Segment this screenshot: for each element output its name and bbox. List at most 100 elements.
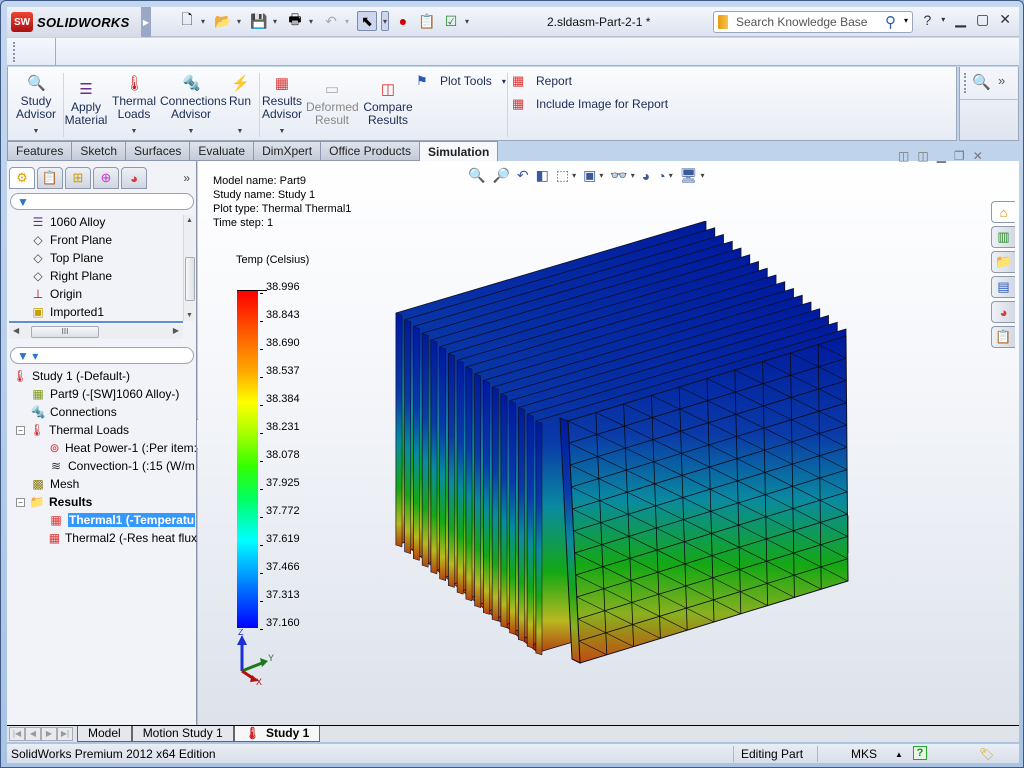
next-tab-icon[interactable]: ▶ <box>41 727 57 741</box>
appearances-icon[interactable]: ◕ <box>991 301 1015 323</box>
help-icon[interactable]: ? <box>923 12 931 28</box>
simulation-tree-item[interactable]: ▩ Mesh <box>7 475 197 493</box>
select-pointer-icon[interactable]: ⬉ <box>357 11 377 31</box>
close-icon[interactable]: ✕ <box>999 11 1011 28</box>
save-icon[interactable]: 💾 <box>249 11 269 31</box>
maximize-icon[interactable]: ▢ <box>976 11 989 28</box>
simulation-tree-filter-input[interactable]: ▼ ▾ <box>10 347 194 364</box>
feature-tree-item[interactable]: ⊥ Origin <box>7 285 183 303</box>
undo-icon[interactable]: ↶ <box>321 11 341 31</box>
view-orientation-dropdown-icon[interactable]: ▾ <box>572 171 576 180</box>
simulation-tree-item[interactable]: − 📁 Results <box>7 493 197 511</box>
collapse-toggle-icon[interactable]: − <box>16 497 25 507</box>
new-dropdown-icon[interactable]: ▾ <box>201 17 209 26</box>
first-tab-icon[interactable]: |◀ <box>9 727 25 741</box>
tile-left-icon[interactable]: ◫ <box>898 149 909 163</box>
tag-icon[interactable]: 🏷 <box>979 747 994 761</box>
dropdown-arrow-icon[interactable]: ▼ <box>226 125 254 138</box>
help-dropdown-icon[interactable]: ▾ <box>941 15 945 24</box>
toolbar-grip[interactable] <box>964 73 966 93</box>
connections-advisor-button[interactable]: 🔩 Connections Advisor ▼ <box>160 75 227 138</box>
tab-motion-study-1[interactable]: Motion Study 1 <box>131 726 234 742</box>
simulation-tree-item[interactable]: ⊚ Heat Power-1 (:Per item: <box>7 439 197 457</box>
simulation-tree-item[interactable]: ▦ Part9 (-[SW]1060 Alloy-) <box>7 385 197 403</box>
scroll-thumb[interactable] <box>185 257 195 301</box>
dropdown-arrow-icon[interactable]: ▼ <box>160 125 222 138</box>
feature-tree-horizontal-scrollbar[interactable]: ◀ III ▶ <box>9 325 183 339</box>
menu-expand-arrow-icon[interactable]: ▶ <box>141 7 151 37</box>
doc-minimize-icon[interactable]: ▁ <box>937 149 946 163</box>
custom-properties-icon[interactable]: 📋 <box>991 326 1015 348</box>
hide-show-items-dropdown-icon[interactable]: ▾ <box>631 171 635 180</box>
doc-restore-icon[interactable]: ❐ <box>954 149 965 163</box>
plot-tools-dropdown-icon[interactable]: ▾ <box>502 77 506 86</box>
new-document-icon[interactable]: 🗋 <box>177 11 197 31</box>
more-chevron-icon[interactable]: » <box>998 73 1005 88</box>
units-dropdown-icon[interactable]: ▲ <box>895 750 903 759</box>
dropdown-arrow-icon[interactable]: ▼ <box>12 125 60 138</box>
doc-close-icon[interactable]: ✕ <box>973 149 983 163</box>
solidworks-menu-button[interactable]: SW SOLIDWORKS <box>7 7 141 37</box>
dimxpert-manager-tab-icon[interactable]: ⊕ <box>93 167 119 189</box>
run-button[interactable]: ⚡ Run ▼ <box>226 75 254 138</box>
dropdown-arrow-icon[interactable]: ▼ <box>260 125 304 138</box>
edit-appearance-icon[interactable]: ◕ <box>642 168 650 184</box>
apply-material-button[interactable]: ☰ Apply Material <box>64 81 108 127</box>
simulation-tree-item[interactable]: − 🌡 Thermal Loads <box>7 421 197 439</box>
search-dropdown-icon[interactable]: ▾ <box>904 16 908 25</box>
scroll-up-icon[interactable]: ▲ <box>186 217 193 224</box>
simulation-tree-item[interactable]: ≋ Convection-1 (:15 (W/m <box>7 457 197 475</box>
tile-right-icon[interactable]: ◫ <box>917 149 928 163</box>
heatsink-thermal-plot[interactable] <box>388 221 868 671</box>
scroll-down-icon[interactable]: ▼ <box>186 312 193 319</box>
quick-tips-help-icon[interactable]: ? <box>913 746 927 760</box>
scroll-thumb[interactable]: III <box>31 326 99 338</box>
scroll-right-icon[interactable]: ▶ <box>173 326 179 335</box>
dropdown-arrow-icon[interactable]: ▼ <box>112 125 156 138</box>
feature-tree-item[interactable]: ▣ Imported1 <box>7 303 183 321</box>
compare-results-button[interactable]: ◫ Compare Results <box>362 81 414 127</box>
simulation-tree-item[interactable]: 🌡 Study 1 (-Default-) <box>7 367 197 385</box>
view-settings-dropdown-icon[interactable]: ▾ <box>701 171 705 180</box>
minimize-icon[interactable]: ▁ <box>955 11 966 28</box>
plot-tools-button[interactable]: ⚑ Plot Tools ▾ <box>416 73 506 89</box>
color-magnifier-icon[interactable]: 🔍 <box>972 73 991 91</box>
hide-show-items-icon[interactable]: 👓 <box>610 167 627 184</box>
collapse-toggle-icon[interactable]: − <box>16 425 25 435</box>
apply-scene-dropdown-icon[interactable]: ▾ <box>669 171 673 180</box>
file-explorer-icon[interactable]: 📁 <box>991 251 1015 273</box>
previous-view-icon[interactable]: ↶ <box>517 167 529 184</box>
prev-tab-icon[interactable]: ◀ <box>25 727 41 741</box>
simulation-tree-item[interactable]: ▦ Thermal1 (-Temperatu <box>7 511 197 529</box>
tab-sketch[interactable]: Sketch <box>72 141 127 161</box>
toolbar-grip[interactable] <box>13 42 15 62</box>
apply-scene-icon[interactable]: ◔ <box>657 168 665 184</box>
options-icon[interactable]: ☑ <box>441 11 461 31</box>
open-folder-icon[interactable]: 📂 <box>213 11 233 31</box>
tab-features[interactable]: Features <box>7 141 73 161</box>
simulation-tree-item[interactable]: ▦ Thermal2 (-Res heat flux <box>7 529 197 547</box>
zoom-to-area-icon[interactable]: 🔎 <box>492 167 509 184</box>
panel-divider[interactable] <box>9 321 183 323</box>
view-settings-icon[interactable]: 🖥 <box>680 167 698 184</box>
include-image-for-report-button[interactable]: ▦ Include Image for Report <box>512 96 668 112</box>
zoom-to-fit-icon[interactable]: 🔍 <box>468 167 485 184</box>
feature-tree-filter-input[interactable]: ▼ <box>10 193 194 210</box>
feature-tree-item[interactable]: ◇ Front Plane <box>7 231 183 249</box>
tab-dimxpert[interactable]: DimXpert <box>254 141 322 161</box>
feature-tree-item[interactable]: ◇ Right Plane <box>7 267 183 285</box>
configuration-manager-tab-icon[interactable]: ⊞ <box>65 167 91 189</box>
report-button[interactable]: ▦ Report <box>512 73 572 89</box>
simulation-tree-item[interactable]: 🔩 Connections <box>7 403 197 421</box>
results-advisor-button[interactable]: ▦ Results Advisor ▼ <box>260 75 304 138</box>
options-dropdown-icon[interactable]: ▾ <box>465 17 473 26</box>
graphics-area[interactable]: Model name: Part9 Study name: Study 1 Pl… <box>198 161 1019 725</box>
display-style-icon[interactable]: ▣ <box>583 167 596 184</box>
feature-tree-item[interactable]: ◇ Top Plane <box>7 249 183 267</box>
more-tabs-chevron-icon[interactable]: » <box>183 171 190 185</box>
tab-simulation[interactable]: Simulation <box>419 141 499 162</box>
home-icon[interactable]: ⌂ <box>991 201 1015 223</box>
view-palette-icon[interactable]: ▤ <box>991 276 1015 298</box>
print-dropdown-icon[interactable]: ▾ <box>309 17 317 26</box>
units-button[interactable]: MKS <box>851 747 877 761</box>
